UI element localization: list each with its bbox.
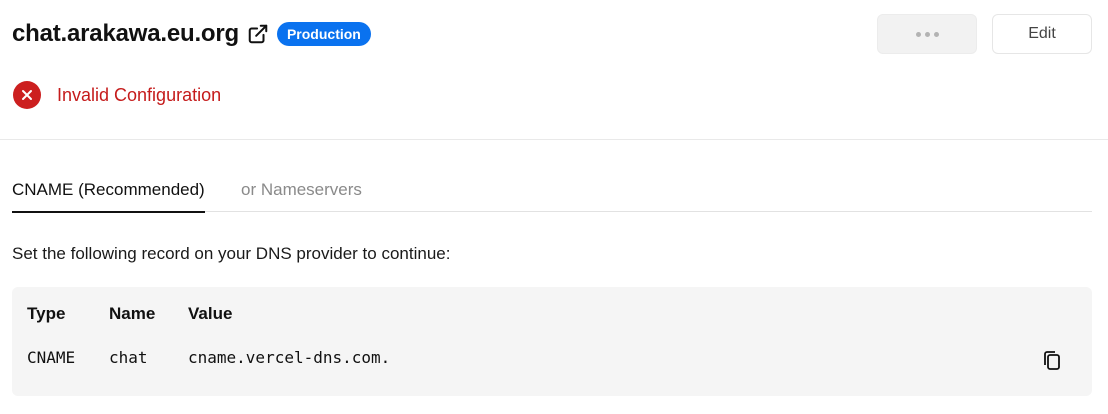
tab-cname[interactable]: CNAME (Recommended) (12, 180, 205, 213)
dns-instructions: Set the following record on your DNS pro… (12, 244, 451, 263)
status-text: Invalid Configuration (57, 84, 222, 105)
domain-title: chat.arakawa.eu.org (12, 20, 239, 47)
edit-button[interactable]: Edit (992, 14, 1092, 54)
domain-header: chat.arakawa.eu.org Production (12, 14, 371, 54)
column-header-value: Value (188, 304, 233, 323)
tab-nameservers[interactable]: or Nameservers (241, 180, 362, 200)
record-value: cname.vercel-dns.com. (188, 348, 391, 367)
record-type-tabs: CNAME (Recommended) or Nameservers (12, 170, 1092, 213)
ellipsis-icon (933, 31, 939, 37)
configuration-status: Invalid Configuration (13, 81, 221, 109)
section-divider (0, 139, 1108, 140)
dns-record-table: Type Name Value CNAME chat cname.vercel-… (12, 287, 1092, 396)
record-type: CNAME (27, 348, 76, 367)
more-options-button[interactable] (877, 14, 977, 54)
ellipsis-icon (924, 31, 930, 37)
record-name: chat (109, 348, 148, 367)
column-header-name: Name (109, 304, 156, 323)
ellipsis-icon (915, 31, 921, 37)
copy-icon[interactable] (1041, 348, 1063, 372)
external-link-icon[interactable] (247, 23, 269, 45)
production-badge: Production (276, 22, 371, 46)
error-x-icon (13, 81, 41, 109)
column-header-type: Type (27, 304, 66, 323)
